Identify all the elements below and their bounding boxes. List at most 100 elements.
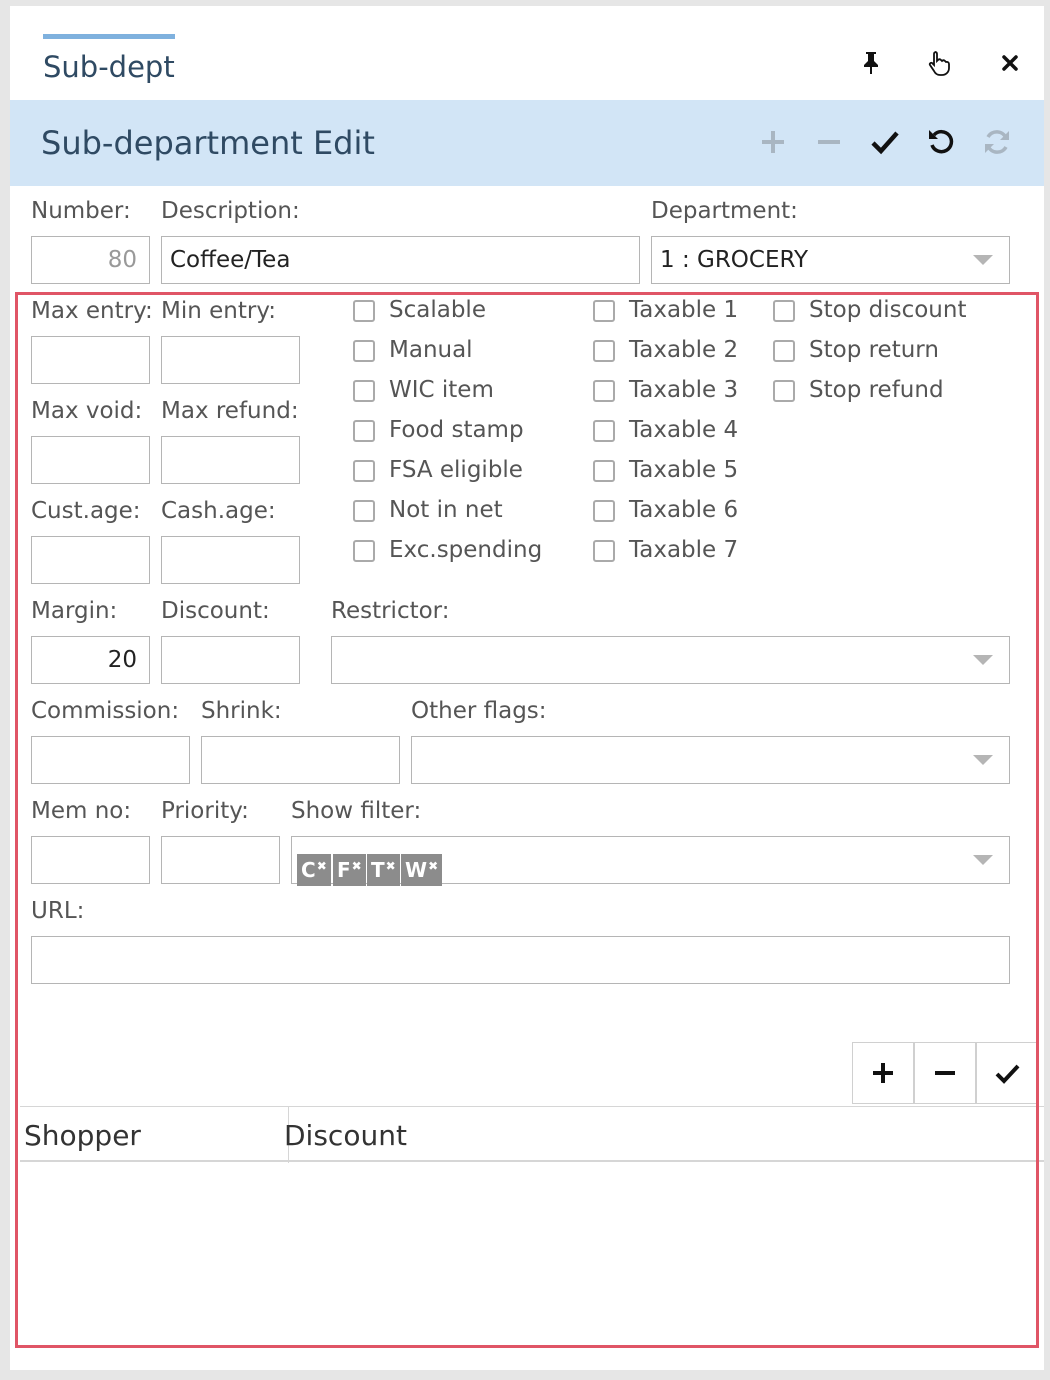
pointer-icon[interactable] xyxy=(924,48,954,78)
other-flags-label: Other flags: xyxy=(411,698,547,724)
min-entry-label: Min entry: xyxy=(161,298,277,324)
stop-return-checkbox[interactable] xyxy=(773,340,795,362)
tab-sub-dept[interactable]: Sub-dept xyxy=(43,50,175,84)
pin-icon[interactable] xyxy=(856,48,886,78)
stop-return-label: Stop return xyxy=(809,337,939,363)
filter-chip-c-label: C xyxy=(301,858,316,882)
manual-checkbox[interactable] xyxy=(353,340,375,362)
stop-refund-checkbox[interactable] xyxy=(773,380,795,402)
taxable-4-label: Taxable 4 xyxy=(629,417,739,443)
taxable-1-label: Taxable 1 xyxy=(629,297,739,323)
priority-label: Priority: xyxy=(161,798,249,824)
check-icon xyxy=(995,1064,1020,1084)
filter-chip-f[interactable]: F ✖ xyxy=(333,854,366,886)
taxable-6-checkbox[interactable] xyxy=(593,500,615,522)
taxable-5-label: Taxable 5 xyxy=(629,457,739,483)
restrictor-select[interactable] xyxy=(331,636,1010,684)
add-icon xyxy=(873,1063,893,1083)
max-void-field[interactable] xyxy=(31,436,150,484)
cash-age-field[interactable] xyxy=(161,536,300,584)
taxable-2-label: Taxable 2 xyxy=(629,337,739,363)
commission-field[interactable] xyxy=(31,736,190,784)
max-entry-field[interactable] xyxy=(31,336,150,384)
max-void-label: Max void: xyxy=(31,398,143,424)
refresh-icon[interactable] xyxy=(977,122,1017,162)
chip-remove-icon[interactable]: ✖ xyxy=(386,859,396,873)
taxable-7-checkbox[interactable] xyxy=(593,540,615,562)
taxable-4-checkbox[interactable] xyxy=(593,420,615,442)
shopper-discount-grid: Shopper Discount xyxy=(20,1106,1044,1163)
cust-age-field[interactable] xyxy=(31,536,150,584)
fsa-eligible-label: FSA eligible xyxy=(389,457,523,483)
not-in-net-label: Not in net xyxy=(389,497,503,523)
add-icon[interactable] xyxy=(753,122,793,162)
taxable-7-label: Taxable 7 xyxy=(629,537,739,563)
column-header-discount[interactable]: Discount xyxy=(284,1107,407,1163)
edit-toolbar: Sub-department Edit xyxy=(10,100,1044,186)
min-entry-field[interactable] xyxy=(161,336,300,384)
close-icon[interactable] xyxy=(995,48,1025,78)
check-icon[interactable] xyxy=(865,122,905,162)
taxable-3-label: Taxable 3 xyxy=(629,377,739,403)
url-field[interactable] xyxy=(31,936,1010,984)
filter-chip-w[interactable]: W ✖ xyxy=(401,854,443,886)
stop-refund-label: Stop refund xyxy=(809,377,944,403)
department-label: Department: xyxy=(651,198,798,224)
taxable-2-checkbox[interactable] xyxy=(593,340,615,362)
tab-strip: Sub-dept xyxy=(10,6,1044,100)
exc-spending-checkbox[interactable] xyxy=(353,540,375,562)
max-refund-field[interactable] xyxy=(161,436,300,484)
not-in-net-checkbox[interactable] xyxy=(353,500,375,522)
mem-no-field[interactable] xyxy=(31,836,150,884)
filter-chip-w-label: W xyxy=(405,858,428,882)
undo-icon[interactable] xyxy=(921,122,961,162)
scalable-checkbox[interactable] xyxy=(353,300,375,322)
stop-discount-checkbox[interactable] xyxy=(773,300,795,322)
restrictor-label: Restrictor: xyxy=(331,598,450,624)
department-value: 1 : GROCERY xyxy=(660,247,809,273)
active-tab-indicator xyxy=(43,34,175,39)
sub-dept-window: Sub-dept Sub-department Edit Number: Des… xyxy=(10,6,1044,1370)
taxable-1-checkbox[interactable] xyxy=(593,300,615,322)
food-stamp-checkbox[interactable] xyxy=(353,420,375,442)
description-label: Description: xyxy=(161,198,300,224)
department-select[interactable]: 1 : GROCERY xyxy=(651,236,1010,284)
chevron-down-icon xyxy=(973,255,993,265)
other-flags-select[interactable] xyxy=(411,736,1010,784)
taxable-5-checkbox[interactable] xyxy=(593,460,615,482)
margin-field[interactable]: 20 xyxy=(31,636,150,684)
priority-field[interactable] xyxy=(161,836,280,884)
url-label: URL: xyxy=(31,898,85,924)
wic-item-checkbox[interactable] xyxy=(353,380,375,402)
grid-remove-button[interactable] xyxy=(914,1042,976,1104)
grid-add-button[interactable] xyxy=(852,1042,914,1104)
commission-label: Commission: xyxy=(31,698,180,724)
fsa-eligible-checkbox[interactable] xyxy=(353,460,375,482)
description-field[interactable]: Coffee/Tea xyxy=(161,236,640,284)
taxable-3-checkbox[interactable] xyxy=(593,380,615,402)
chevron-down-icon xyxy=(973,655,993,665)
number-label: Number: xyxy=(31,198,131,224)
max-refund-label: Max refund: xyxy=(161,398,299,424)
chip-remove-icon[interactable]: ✖ xyxy=(317,859,327,873)
stop-discount-label: Stop discount xyxy=(809,297,967,323)
show-filter-label: Show filter: xyxy=(291,798,422,824)
manual-label: Manual xyxy=(389,337,473,363)
column-header-shopper[interactable]: Shopper xyxy=(24,1107,141,1163)
mem-no-label: Mem no: xyxy=(31,798,132,824)
chevron-down-icon xyxy=(973,855,993,865)
chip-remove-icon[interactable]: ✖ xyxy=(428,859,438,873)
discount-label: Discount: xyxy=(161,598,270,624)
number-field[interactable]: 80 xyxy=(31,236,150,284)
cust-age-label: Cust.age: xyxy=(31,498,141,524)
scalable-label: Scalable xyxy=(389,297,486,323)
discount-field[interactable] xyxy=(161,636,300,684)
filter-chip-t[interactable]: T ✖ xyxy=(367,854,400,886)
filter-chip-t-label: T xyxy=(371,858,385,882)
chip-remove-icon[interactable]: ✖ xyxy=(352,859,362,873)
grid-check-button[interactable] xyxy=(976,1042,1038,1104)
exc-spending-label: Exc.spending xyxy=(389,537,543,563)
remove-icon[interactable] xyxy=(809,122,849,162)
shrink-field[interactable] xyxy=(201,736,400,784)
filter-chip-c[interactable]: C ✖ xyxy=(297,854,331,886)
